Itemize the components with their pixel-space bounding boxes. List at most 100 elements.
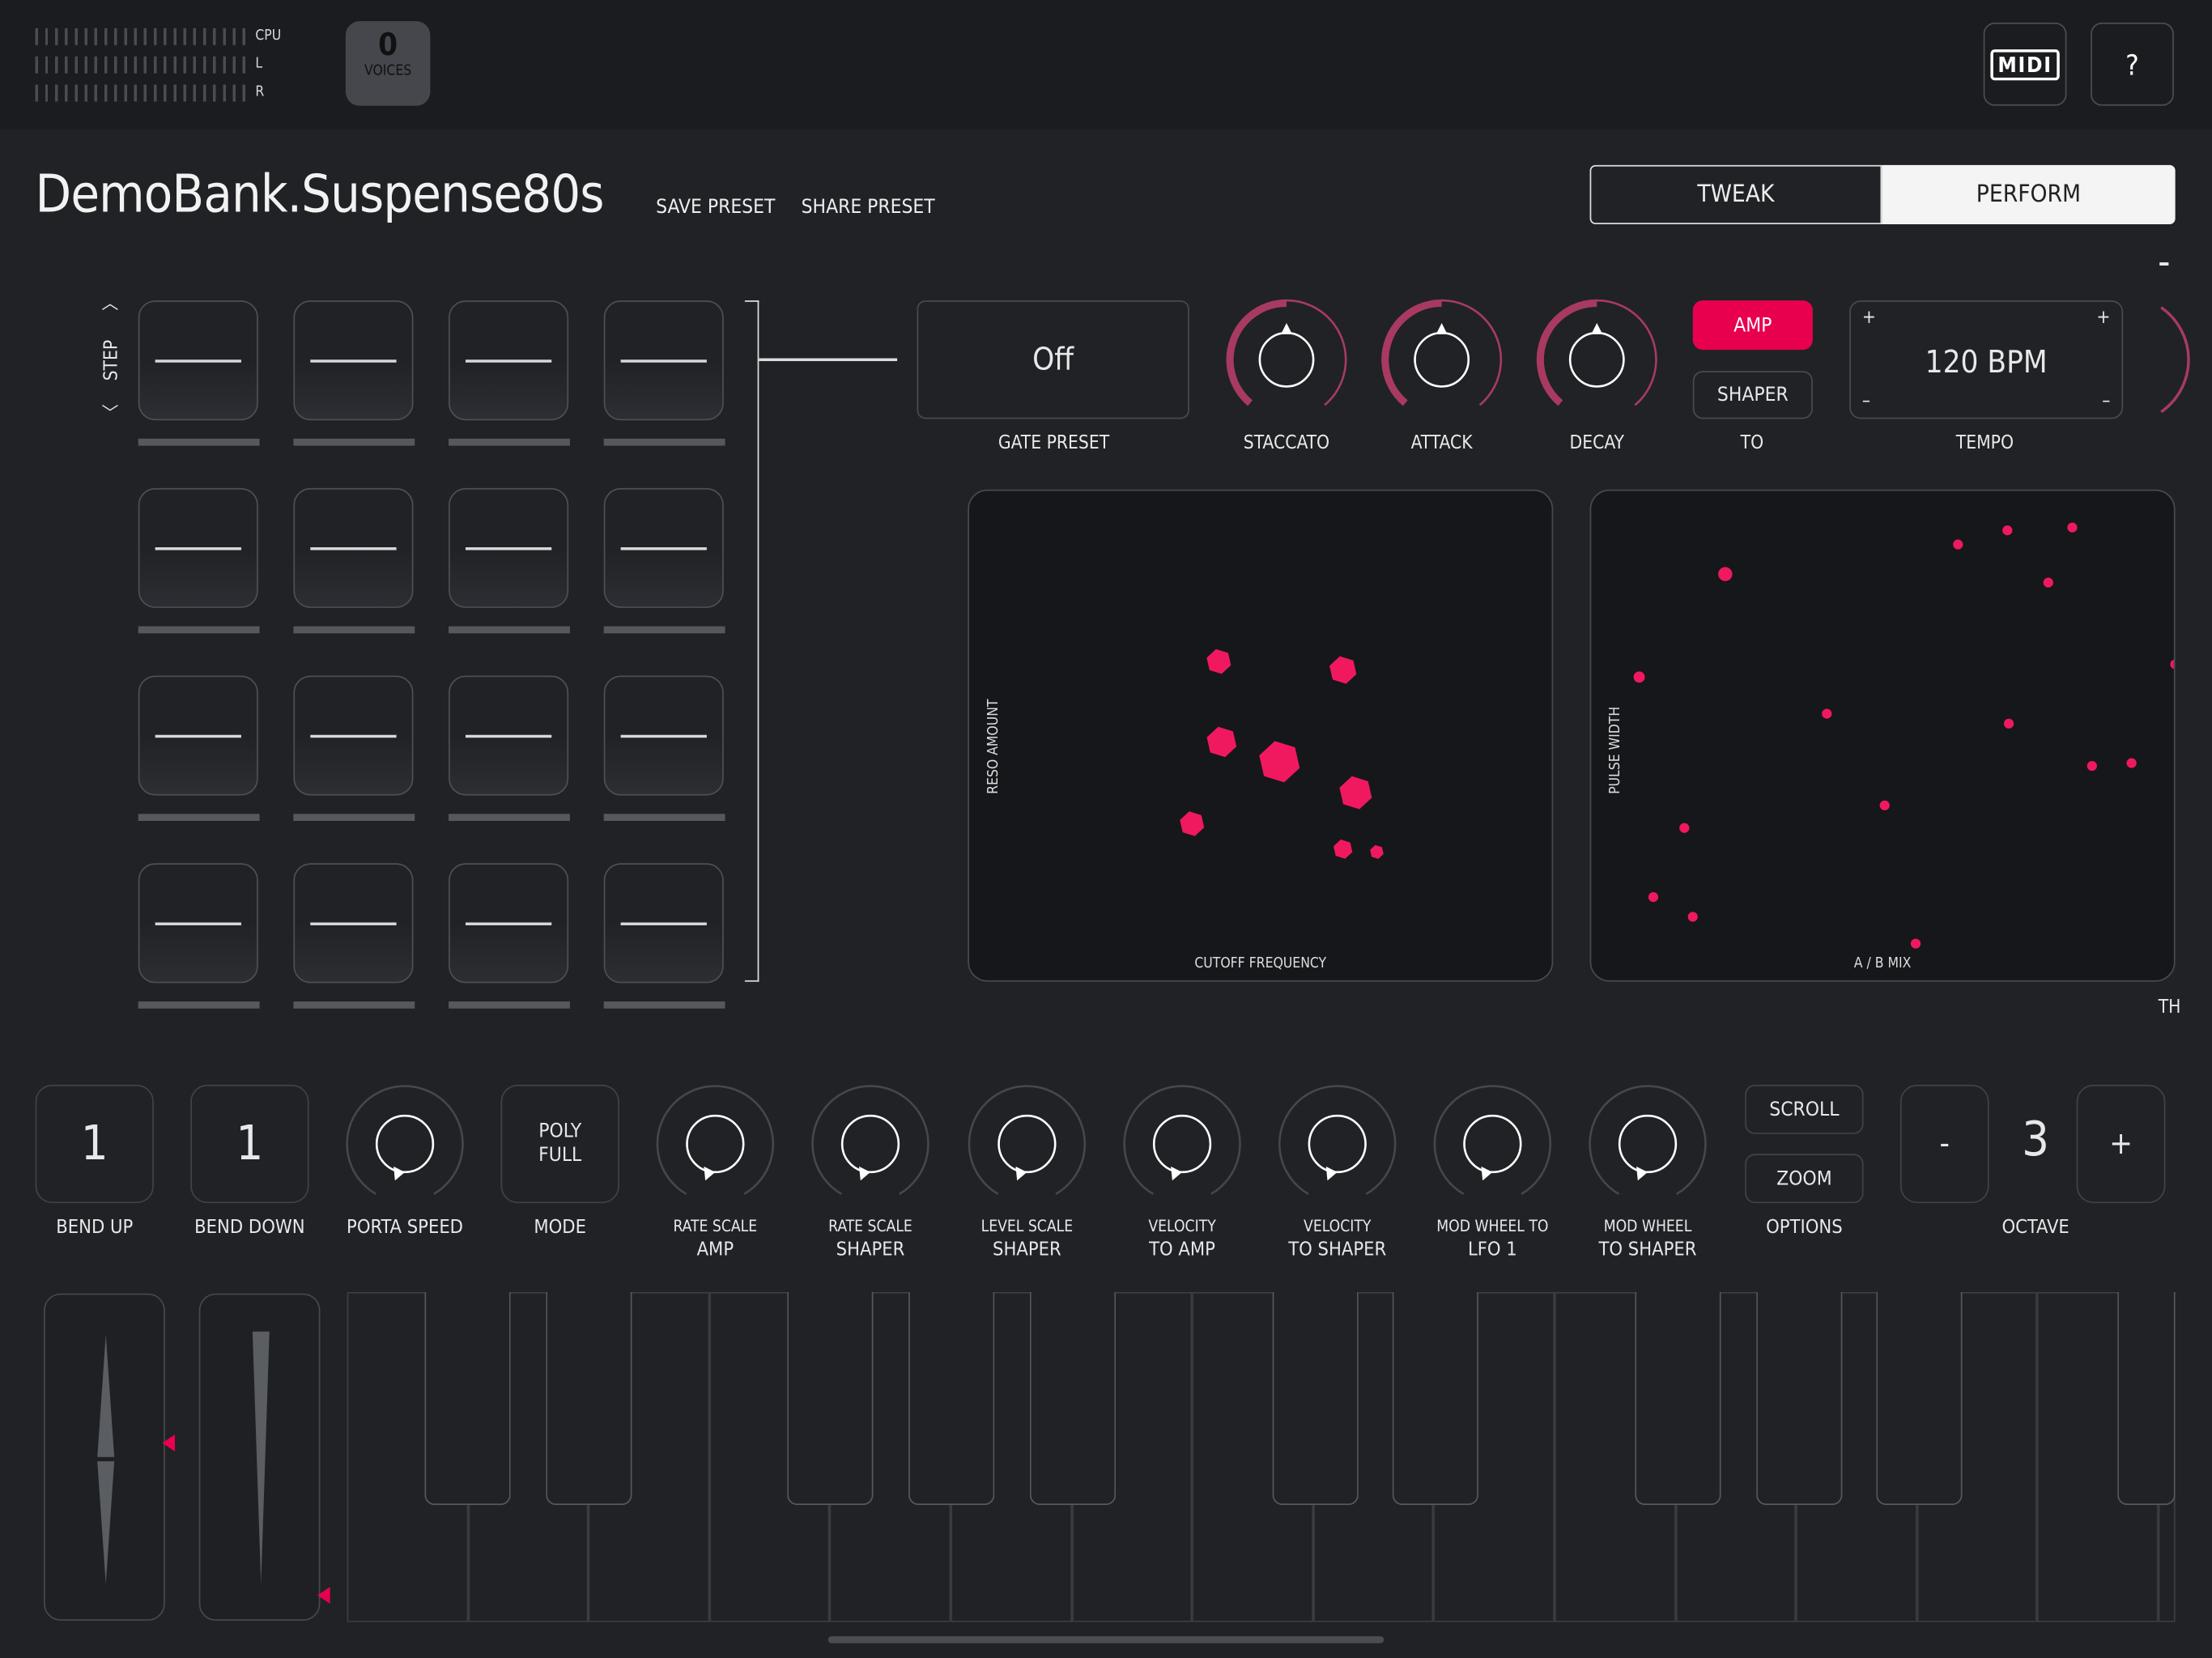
black-key[interactable]: [787, 1291, 874, 1506]
step-velocity-bar[interactable]: [449, 438, 570, 446]
scroll-option-button[interactable]: SCROLL: [1745, 1084, 1864, 1134]
step-velocity-bar[interactable]: [449, 626, 570, 634]
step-velocity-bar[interactable]: [138, 814, 260, 822]
octave-up-button[interactable]: +: [2076, 1084, 2166, 1204]
mod-wheel[interactable]: [198, 1293, 321, 1621]
shaper-target-button[interactable]: SHAPER: [1692, 371, 1813, 419]
collapse-button[interactable]: –: [2159, 249, 2170, 278]
black-key[interactable]: [1392, 1291, 1478, 1506]
black-key[interactable]: [1756, 1291, 1843, 1506]
label-line-2: AMP: [696, 1238, 734, 1261]
tab-perform[interactable]: PERFORM: [1882, 164, 2176, 225]
voice-point: [2002, 525, 2013, 536]
step-button[interactable]: [603, 487, 724, 608]
step-button[interactable]: [293, 487, 414, 608]
step-connector: [759, 358, 898, 361]
voices-count: 0: [378, 28, 398, 64]
tempo-plus-coarse[interactable]: +: [1862, 308, 1876, 329]
step-button[interactable]: [603, 675, 724, 796]
mod-wheel-to-lfo-1-knob[interactable]: [1431, 1082, 1553, 1205]
tempo-minus-coarse[interactable]: –: [1862, 391, 1870, 412]
tempo-minus-fine[interactable]: –: [2102, 391, 2110, 412]
left-level-meter: [35, 56, 247, 74]
black-key[interactable]: [1876, 1291, 1963, 1506]
step-button[interactable]: [449, 300, 569, 421]
step-down-button[interactable]: ﹀: [101, 401, 118, 425]
pitch-bend-wheel[interactable]: [44, 1293, 165, 1621]
step-button[interactable]: [449, 675, 569, 796]
step-velocity-bar[interactable]: [293, 814, 415, 822]
black-key[interactable]: [908, 1291, 995, 1506]
rate-scale-shaper-knob[interactable]: [810, 1082, 931, 1205]
step-velocity-bar[interactable]: [603, 626, 725, 634]
pad-points: [1633, 522, 2174, 949]
octave-down-button[interactable]: -: [1899, 1084, 1989, 1204]
step-button[interactable]: [603, 300, 724, 421]
mod-wheel-to-shaper-label: MOD WHEEL TO SHAPER: [1570, 1216, 1725, 1261]
black-key[interactable]: [546, 1291, 632, 1506]
share-preset-button[interactable]: SHARE PRESET: [802, 196, 935, 219]
black-key[interactable]: [1029, 1291, 1117, 1506]
xy-pad-filter[interactable]: CUTOFF FREQUENCY RESO AMOUNT: [968, 489, 1554, 982]
mod-wheel-to-shaper-knob[interactable]: [1587, 1082, 1708, 1205]
rate-scale-amp-knob[interactable]: [654, 1082, 776, 1205]
step-velocity-bar[interactable]: [293, 438, 415, 446]
step-button[interactable]: [138, 863, 258, 984]
step-velocity-bar[interactable]: [293, 1001, 415, 1009]
pad-y-label: PULSE WIDTH: [1608, 706, 1624, 794]
mode-control[interactable]: POLY FULL: [500, 1084, 619, 1204]
step-button[interactable]: [138, 300, 258, 421]
tab-tweak[interactable]: TWEAK: [1589, 164, 1882, 225]
step-button[interactable]: [138, 675, 258, 796]
voice-point: [1679, 823, 1690, 833]
voice-point: [2003, 718, 2014, 729]
step-velocity-bar[interactable]: [449, 1001, 570, 1009]
control-value: 1: [236, 1115, 264, 1171]
zoom-option-button[interactable]: ZOOM: [1745, 1154, 1864, 1204]
step-up-button[interactable]: ︿: [101, 291, 118, 315]
attack-knob[interactable]: [1376, 295, 1506, 424]
voice-point: [1910, 938, 1921, 949]
black-key[interactable]: [1272, 1291, 1359, 1506]
black-key[interactable]: [2117, 1291, 2176, 1506]
step-level: [310, 359, 397, 363]
black-key[interactable]: [424, 1291, 511, 1506]
step-button[interactable]: [293, 675, 414, 796]
level-scale-shaper-knob[interactable]: [966, 1082, 1087, 1205]
save-preset-button[interactable]: SAVE PRESET: [656, 196, 775, 219]
decay-knob[interactable]: [1532, 295, 1661, 424]
step-velocity-bar[interactable]: [138, 438, 260, 446]
step-button[interactable]: [603, 863, 724, 984]
keyboard-scrollbar[interactable]: [827, 1636, 1385, 1643]
bend-up-control[interactable]: 1: [35, 1084, 154, 1204]
voice-point: [1259, 741, 1300, 783]
step-level: [465, 922, 552, 925]
step-button[interactable]: [293, 300, 414, 421]
gate-preset-selector[interactable]: Off: [917, 300, 1189, 419]
step-velocity-bar[interactable]: [449, 814, 570, 822]
step-velocity-bar[interactable]: [603, 814, 725, 822]
velocity-to-amp-knob[interactable]: [1121, 1082, 1243, 1205]
step-button[interactable]: [449, 863, 569, 984]
step-button[interactable]: [293, 863, 414, 984]
porta-speed-knob[interactable]: [344, 1082, 466, 1205]
step-button[interactable]: [449, 487, 569, 608]
step-velocity-bar[interactable]: [603, 438, 725, 446]
xy-pad-oscillator[interactable]: A / B MIX PULSE WIDTH: [1589, 489, 2176, 982]
tempo-control[interactable]: + + – – 120 BPM: [1849, 300, 2124, 419]
step-velocity-bar[interactable]: [603, 1001, 725, 1009]
help-button[interactable]: ?: [2091, 22, 2174, 106]
black-key[interactable]: [1635, 1291, 1721, 1506]
step-velocity-bar[interactable]: [293, 626, 415, 634]
velocity-to-amp-label: VELOCITY TO AMP: [1104, 1216, 1260, 1261]
step-button[interactable]: [138, 487, 258, 608]
bend-down-control[interactable]: 1: [190, 1084, 309, 1204]
midi-button[interactable]: MIDI: [1983, 22, 2067, 106]
step-level: [310, 734, 397, 738]
staccato-knob[interactable]: [1222, 295, 1351, 424]
step-velocity-bar[interactable]: [138, 1001, 260, 1009]
amp-target-button[interactable]: AMP: [1692, 300, 1813, 351]
tempo-plus-fine[interactable]: +: [2096, 308, 2110, 329]
velocity-to-shaper-knob[interactable]: [1277, 1082, 1398, 1205]
step-velocity-bar[interactable]: [138, 626, 260, 634]
